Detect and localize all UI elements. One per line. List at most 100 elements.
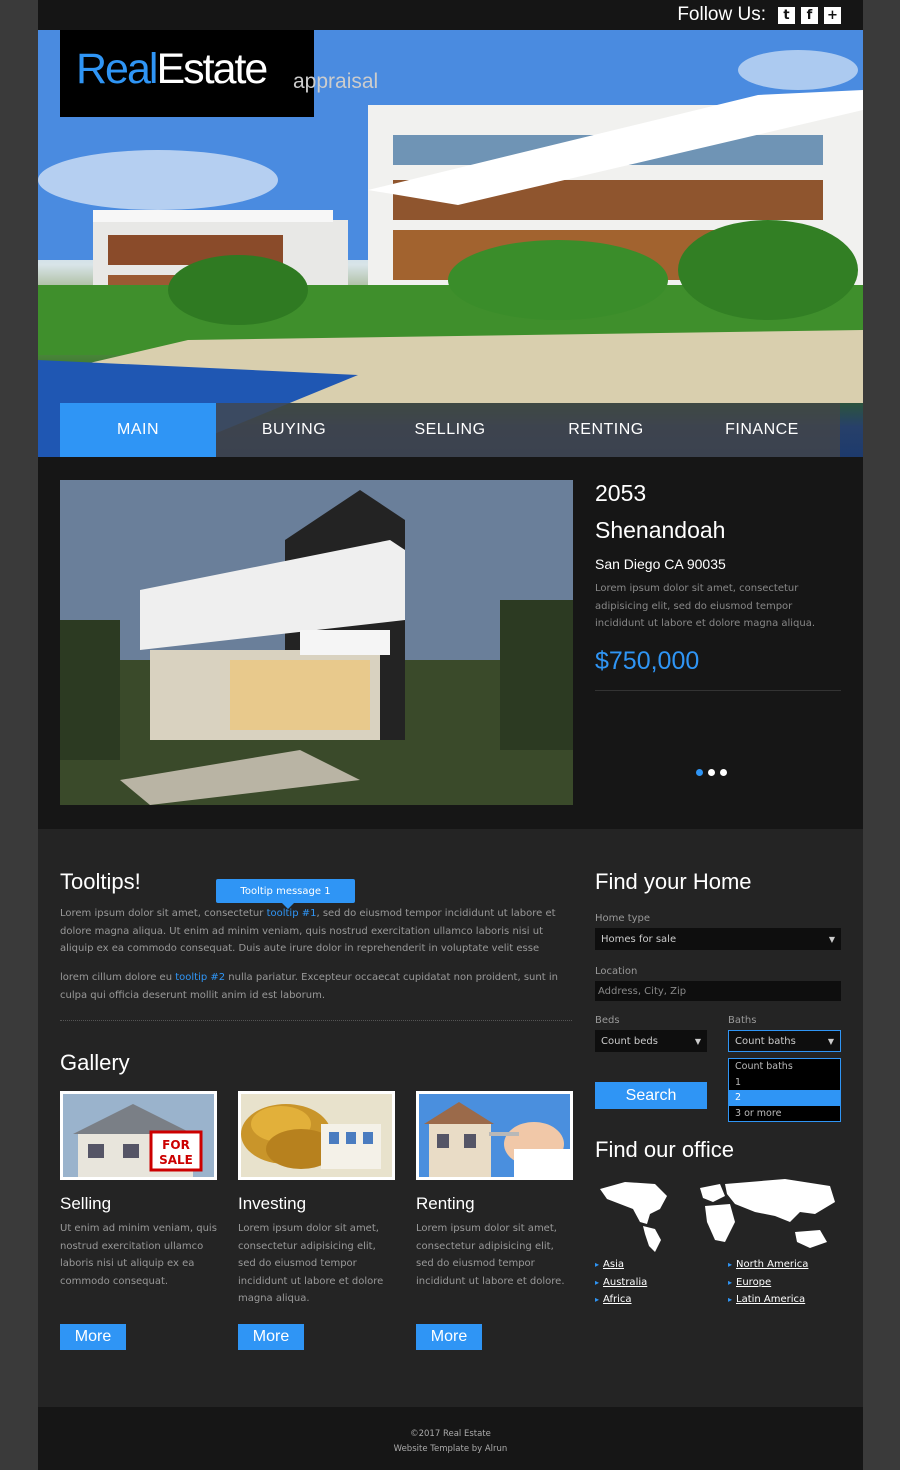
featured-house-image[interactable] — [60, 480, 573, 805]
nav-main[interactable]: MAIN — [60, 403, 216, 457]
key-house-image — [419, 1094, 570, 1177]
baths-label: Baths — [728, 1015, 757, 1026]
baths-dropdown-list: Count baths 1 2 3 or more — [728, 1058, 841, 1122]
more-button-investing[interactable]: More — [238, 1324, 304, 1350]
svg-text:SALE: SALE — [159, 1153, 193, 1167]
arrow-icon: ▸ — [728, 1277, 733, 1287]
link-label: North America — [736, 1259, 809, 1270]
office-link-asia[interactable]: ▸ Asia — [595, 1256, 647, 1274]
gallery-item-investing: Investing Lorem ipsum dolor sit amet, co… — [238, 1091, 395, 1308]
logo-estate: Estate — [156, 45, 268, 93]
gallery-text-investing: Lorem ipsum dolor sit amet, consectetur … — [238, 1223, 384, 1304]
location-input[interactable]: Address, City, Zip — [595, 981, 841, 1001]
beds-value: Count beds — [601, 1035, 658, 1047]
more-button-renting[interactable]: More — [416, 1324, 482, 1350]
location-label: Location — [595, 966, 638, 977]
chevron-down-icon: ▼ — [828, 934, 835, 944]
logo-text: RealEstate — [76, 45, 268, 94]
slider-dot-3[interactable] — [720, 769, 727, 776]
divider — [595, 689, 841, 691]
search-form: Find your Home Home type Homes for sale … — [595, 869, 841, 1052]
gallery-text-selling: Ut enim ad minim veniam, quis nostrud ex… — [60, 1223, 217, 1287]
search-title: Find your Home — [595, 869, 752, 894]
office-link-australia[interactable]: ▸ Australia — [595, 1274, 647, 1292]
chevron-down-icon: ▼ — [694, 1036, 701, 1046]
listing-description: Lorem ipsum dolor sit amet, consectetur … — [595, 583, 816, 629]
link-label: Africa — [603, 1294, 632, 1305]
link-label: Australia — [603, 1276, 648, 1288]
listing-city: San Diego CA 90035 — [595, 556, 726, 572]
nav-buying[interactable]: BUYING — [216, 403, 372, 457]
office-link-latin-america[interactable]: ▸ Latin America — [728, 1291, 808, 1309]
slider-dots — [696, 769, 727, 776]
top-bar: Follow Us: t f + — [38, 0, 863, 30]
baths-option[interactable]: 1 — [729, 1075, 840, 1091]
office-links-right: ▸ North America ▸ Europe ▸ Latin America — [728, 1256, 808, 1309]
office-title: Find our office — [595, 1137, 735, 1162]
gallery-thumb-renting[interactable] — [416, 1091, 573, 1180]
hero-banner: RealEstate appraisal MAIN BUYING SELLING… — [38, 30, 863, 457]
footer-credit[interactable]: Website Template by Alrun — [38, 1442, 863, 1457]
arrow-icon: ▸ — [728, 1260, 733, 1269]
baths-option[interactable]: 2 — [729, 1090, 840, 1106]
chevron-down-icon: ▼ — [827, 1036, 834, 1046]
twitter-icon[interactable]: t — [778, 6, 795, 24]
nav-renting[interactable]: RENTING — [528, 403, 684, 457]
more-button-selling[interactable]: More — [60, 1324, 126, 1350]
slider-dot-1[interactable] — [696, 769, 703, 776]
footer: ©2017 Real Estate Website Template by Al… — [38, 1407, 863, 1470]
facebook-icon[interactable]: f — [801, 6, 818, 24]
logo-tagline: appraisal — [293, 70, 379, 93]
baths-option[interactable]: 3 or more — [729, 1106, 840, 1122]
tooltip-link-2[interactable]: tooltip #2 — [175, 972, 225, 983]
main-content: Tooltips! Tooltip message 1 Lorem ipsum … — [38, 829, 863, 1407]
tooltip-popup: Tooltip message 1 — [216, 879, 355, 909]
logo-real: Real — [76, 45, 158, 93]
coins-house-image — [241, 1094, 392, 1177]
arrow-icon: ▸ — [595, 1277, 600, 1287]
gallery-thumb-investing[interactable] — [238, 1091, 395, 1180]
gallery-text-renting: Lorem ipsum dolor sit amet, consectetur … — [416, 1223, 565, 1287]
arrow-icon: ▸ — [728, 1295, 733, 1304]
world-map-icon — [600, 1179, 835, 1252]
gallery-thumb-selling[interactable]: FOR SALE — [60, 1091, 217, 1180]
featured-info: 2053 Shenandoah San Diego CA 90035 Lorem… — [595, 480, 841, 691]
search-button[interactable]: Search — [595, 1082, 707, 1109]
baths-option[interactable]: Count baths — [729, 1059, 840, 1075]
beds-baths-row: Beds Count beds ▼ Baths Count baths ▼ — [595, 1015, 841, 1052]
beds-select[interactable]: Count beds ▼ — [595, 1030, 707, 1052]
svg-text:FOR: FOR — [162, 1138, 190, 1152]
page-container: Follow Us: t f + RealEstate appraisal MA… — [38, 0, 863, 1470]
link-label: Asia — [603, 1259, 624, 1270]
beds-group: Beds Count beds ▼ — [595, 1015, 707, 1052]
site-logo[interactable]: RealEstate appraisal — [60, 30, 378, 117]
office-link-europe[interactable]: ▸ Europe — [728, 1274, 808, 1292]
listing-price: $750,000 — [595, 646, 700, 675]
gallery-title-investing: Investing — [238, 1194, 307, 1213]
text-span: lorem cillum dolore eu — [60, 972, 176, 983]
gallery-title: Gallery — [60, 1050, 130, 1075]
follow-label: Follow Us: — [677, 4, 766, 25]
link-label: Latin America — [736, 1294, 806, 1305]
baths-group: Baths Count baths ▼ — [728, 1015, 841, 1052]
gallery-title-renting: Renting — [416, 1194, 475, 1213]
home-type-select[interactable]: Homes for sale ▼ — [595, 928, 841, 950]
office-link-north-america[interactable]: ▸ North America — [728, 1256, 808, 1274]
office-link-africa[interactable]: ▸ Africa — [595, 1291, 647, 1309]
nav-finance[interactable]: FINANCE — [684, 403, 840, 457]
beds-label: Beds — [595, 1015, 620, 1026]
for-sale-house-image: FOR SALE — [63, 1094, 214, 1177]
tooltips-paragraph-1: Lorem ipsum dolor sit amet, consectetur … — [60, 905, 560, 958]
plus-icon[interactable]: + — [824, 6, 841, 24]
text-span: Lorem ipsum dolor sit amet, consectetur — [60, 908, 267, 919]
nav-selling[interactable]: SELLING — [372, 403, 528, 457]
gallery-item-renting: Renting Lorem ipsum dolor sit amet, cons… — [416, 1091, 573, 1290]
tooltip-link-1[interactable]: tooltip #1 — [267, 908, 317, 919]
arrow-icon: ▸ — [595, 1295, 600, 1304]
slider-dot-2[interactable] — [708, 769, 715, 776]
baths-select[interactable]: Count baths ▼ — [728, 1030, 841, 1052]
footer-copyright: ©2017 Real Estate — [410, 1429, 491, 1439]
gallery-title-selling: Selling — [60, 1194, 112, 1213]
home-type-label: Home type — [595, 913, 651, 924]
dotted-divider — [60, 1020, 572, 1021]
